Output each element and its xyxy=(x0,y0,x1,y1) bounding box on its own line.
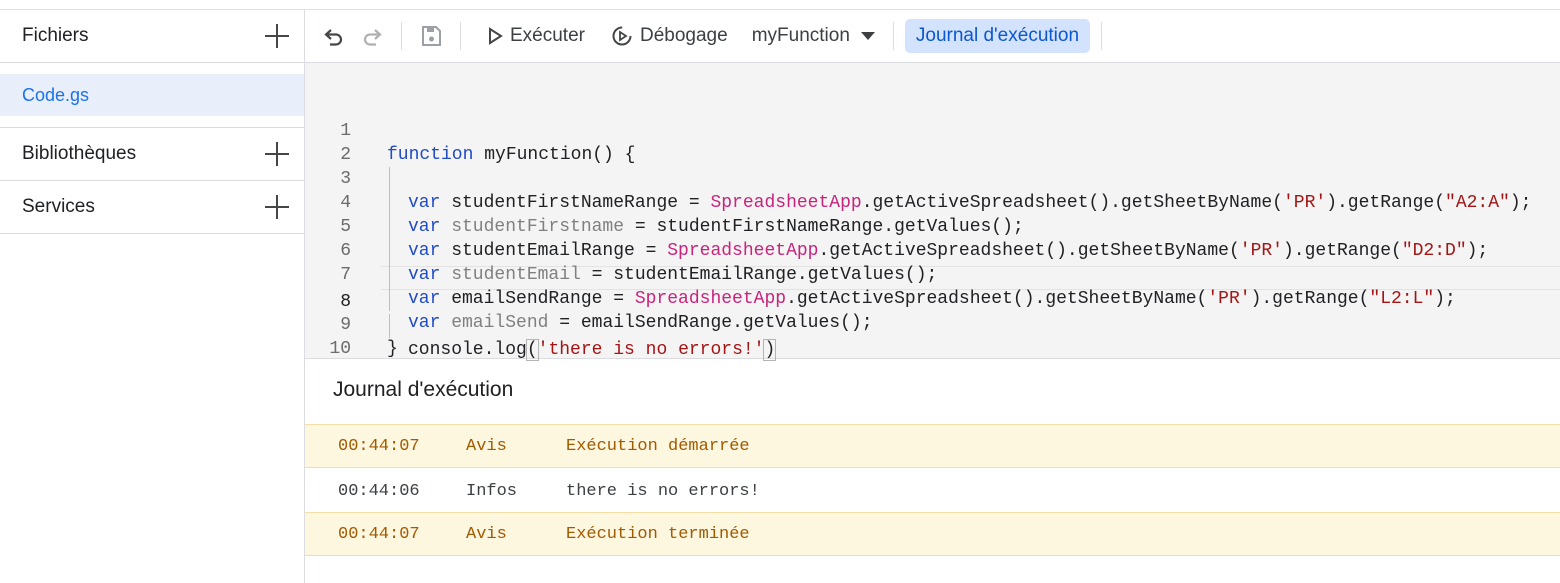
sidebar: Fichiers Code.gs Bibliothèques Services xyxy=(0,10,305,583)
bracket-match: ( xyxy=(525,339,539,361)
execution-log-toggle[interactable]: Journal d'exécution xyxy=(904,19,1091,53)
run-label: Exécuter xyxy=(510,25,585,46)
log-level: Infos xyxy=(466,481,518,501)
top-border xyxy=(0,0,1560,10)
debug-icon xyxy=(612,26,632,46)
execution-log-title: Journal d'exécution xyxy=(333,378,514,401)
services-title: Services xyxy=(22,196,95,217)
log-level: Avis xyxy=(466,436,507,456)
log-message: Exécution terminée xyxy=(566,524,750,544)
line-number: 10 xyxy=(329,339,351,359)
toolbar-divider xyxy=(892,22,894,50)
code-line: 5 var studentEmail = studentEmailRange.g… xyxy=(305,191,1560,285)
log-time: 00:44:06 xyxy=(338,481,420,501)
file-item-code-gs[interactable]: Code.gs xyxy=(0,74,304,116)
play-icon xyxy=(489,27,503,45)
files-header: Fichiers xyxy=(0,10,304,63)
file-list: Code.gs xyxy=(0,63,304,128)
code-line: 2 var studentFirstNameRange = Spreadshee… xyxy=(305,119,1560,213)
log-row: 00:44:07 Avis Exécution terminée xyxy=(305,512,1560,556)
debug-button[interactable]: Débogage xyxy=(603,19,736,53)
add-library-plus-icon[interactable] xyxy=(264,141,290,167)
code-line: 7 var emailSend = emailSendRange.getValu… xyxy=(305,239,1560,333)
run-button[interactable]: Exécuter xyxy=(479,19,593,53)
add-service-plus-icon[interactable] xyxy=(264,194,290,220)
toolbar-divider xyxy=(460,22,461,50)
services-header: Services xyxy=(0,181,304,234)
code-editor[interactable]: 1 function myFunction() { 2 var studentF… xyxy=(305,63,1560,361)
add-file-plus-icon[interactable] xyxy=(264,23,290,49)
function-select-value: myFunction xyxy=(751,25,850,46)
code-line: 10 xyxy=(305,313,1560,359)
code-token: } xyxy=(387,339,398,359)
bracket-match: ) xyxy=(763,339,777,361)
log-level: Avis xyxy=(466,524,507,544)
log-message: Exécution démarrée xyxy=(566,436,750,456)
code-line: 6 var emailSendRange = SpreadsheetApp.ge… xyxy=(305,215,1560,309)
toolbar-divider xyxy=(401,22,402,50)
toolbar-divider xyxy=(1101,22,1103,50)
debug-label: Débogage xyxy=(639,25,728,46)
chevron-down-icon xyxy=(860,32,875,40)
log-message: there is no errors! xyxy=(566,481,760,501)
redo-icon[interactable] xyxy=(359,19,385,53)
log-row: 00:44:06 Infos there is no errors! xyxy=(305,469,1560,513)
code-line: 9 } xyxy=(305,289,1560,359)
code-line: 3 var studentFirstname = studentFirstNam… xyxy=(305,143,1560,237)
code-token: 'there is no errors!' xyxy=(537,340,765,360)
save-icon[interactable] xyxy=(418,19,444,53)
function-select[interactable]: myFunction xyxy=(744,19,883,53)
log-row: 00:44:07 Avis Exécution démarrée xyxy=(305,424,1560,468)
libraries-header: Bibliothèques xyxy=(0,128,304,181)
code-line: 4 var studentEmailRange = SpreadsheetApp… xyxy=(305,167,1560,261)
log-time: 00:44:07 xyxy=(338,436,420,456)
toolbar: Exécuter Débogage myFunction Journal d'e… xyxy=(305,10,1560,63)
libraries-title: Bibliothèques xyxy=(22,143,137,164)
code-line: 1 function myFunction() { xyxy=(305,95,1560,165)
code-line-current: 8 console.log('there is no errors!') xyxy=(305,266,1560,361)
log-time: 00:44:07 xyxy=(338,524,420,544)
code-token: console.log xyxy=(408,340,527,360)
undo-icon[interactable] xyxy=(321,19,347,53)
files-title: Fichiers xyxy=(22,25,89,46)
execution-log-toggle-label: Journal d'exécution xyxy=(915,25,1080,46)
